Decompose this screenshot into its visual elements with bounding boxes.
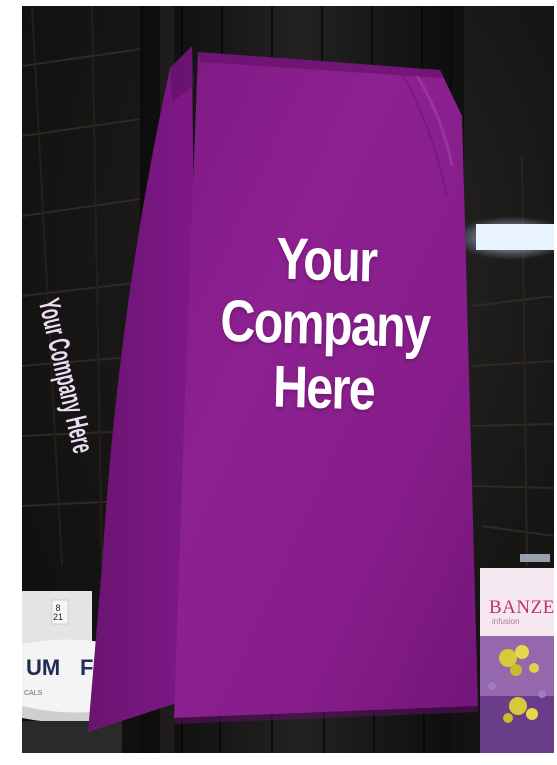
- left-booth-sign-b: F: [80, 655, 94, 680]
- banner-line-2: Company: [219, 287, 431, 361]
- right-booth-sign: BANZE: [489, 597, 554, 618]
- main-banner-text: Your Company Here: [217, 225, 433, 424]
- right-booth-sign-small: infusion: [492, 617, 520, 626]
- photo-frame: 8 21 UM F CALS BANZE infusion Your Compa…: [22, 6, 554, 753]
- ceiling-light: [476, 224, 554, 250]
- left-booth-sign-a: UM: [26, 655, 61, 680]
- booth-number-label: 8 21: [53, 603, 64, 622]
- banner-line-3: Here: [272, 353, 375, 423]
- banner-line-1: Your: [275, 225, 378, 295]
- left-booth-sign-small: CALS: [24, 690, 43, 697]
